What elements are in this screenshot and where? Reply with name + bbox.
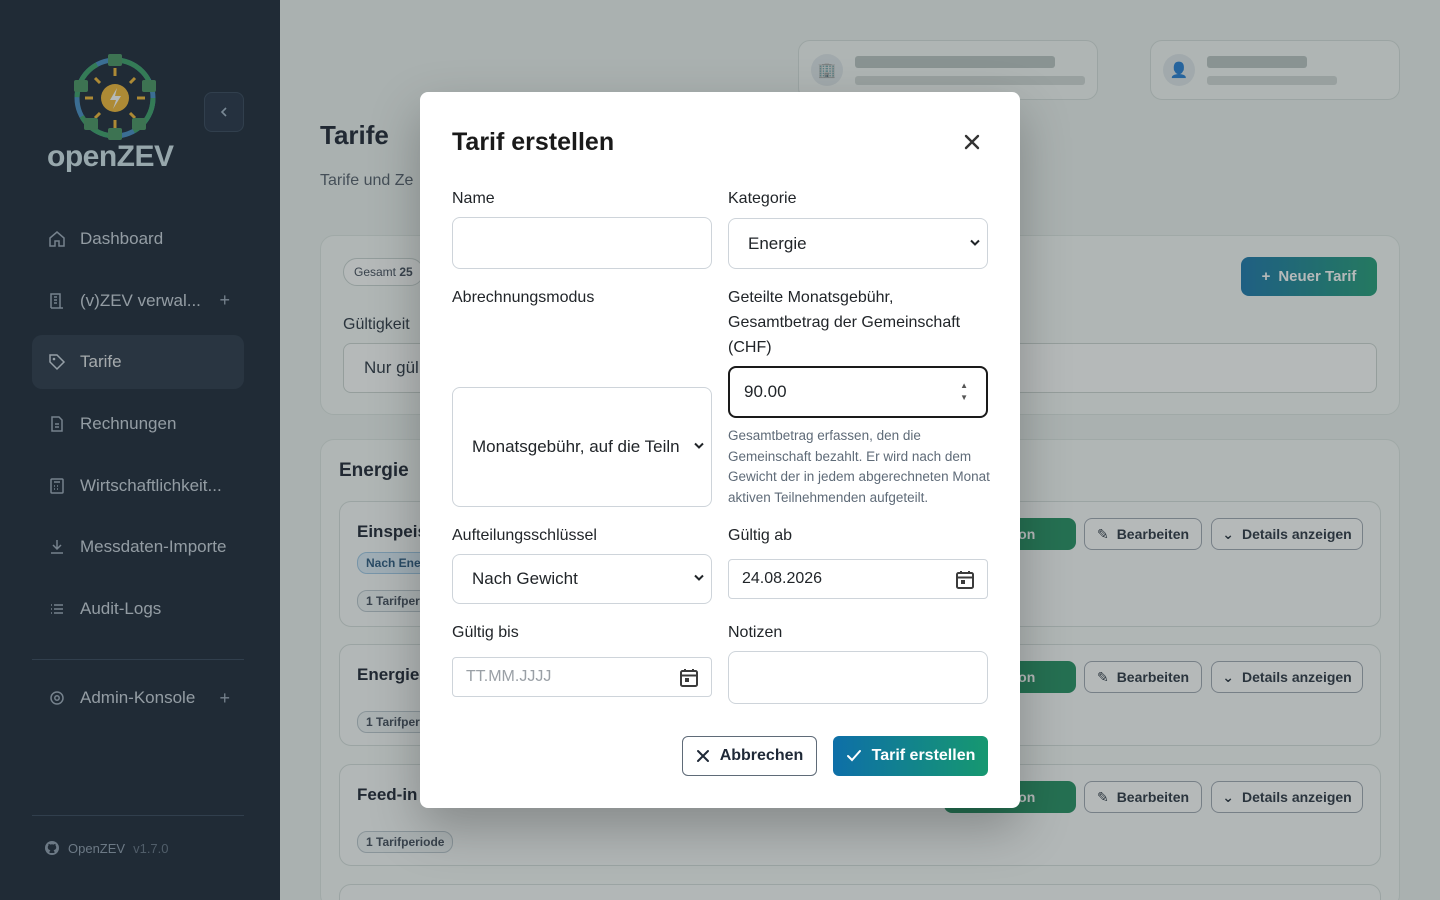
split-key-select[interactable]: Nach Gewicht	[452, 554, 712, 604]
category-label: Kategorie	[728, 190, 797, 207]
check-icon	[846, 750, 861, 762]
spin-down-icon[interactable]: ▼	[960, 392, 968, 404]
category-value: Energie	[748, 233, 807, 253]
chevron-down-icon	[969, 236, 981, 251]
billing-mode-value: Monatsgebühr, auf die Teiln	[472, 437, 680, 456]
valid-to-placeholder: TT.MM.JJJJ	[466, 668, 552, 685]
billing-mode-select[interactable]: Monatsgebühr, auf die Teiln	[452, 387, 712, 507]
calendar-icon[interactable]	[678, 667, 700, 689]
cancel-label: Abbrechen	[719, 747, 804, 764]
create-label: Tarif erstellen	[871, 747, 976, 764]
monthly-fee-label: Geteilte Monatsgebühr, Gesamtbetrag der …	[728, 289, 961, 356]
category-select[interactable]: Energie	[728, 218, 988, 269]
split-key-value: Nach Gewicht	[472, 569, 578, 588]
close-button[interactable]	[960, 130, 984, 154]
calendar-icon[interactable]	[954, 569, 976, 591]
close-icon	[696, 750, 709, 762]
chevron-down-icon	[693, 440, 705, 455]
name-label: Name	[452, 190, 495, 207]
close-icon	[964, 134, 980, 150]
name-input[interactable]	[452, 217, 712, 269]
notes-label: Notizen	[728, 624, 783, 641]
monthly-fee-value: 90.00	[744, 382, 787, 401]
valid-from-value: 24.08.2026	[742, 570, 823, 587]
modal-title: Tarif erstellen	[452, 128, 615, 156]
spin-up-icon[interactable]: ▲	[960, 380, 968, 392]
monthly-fee-input[interactable]: 90.00 ▲ ▼	[728, 366, 988, 418]
cancel-button[interactable]: Abbrechen	[682, 736, 817, 776]
split-key-label: Aufteilungsschlüssel	[452, 527, 597, 544]
valid-to-label: Gültig bis	[452, 624, 519, 641]
create-tarif-button[interactable]: Tarif erstellen	[833, 736, 988, 776]
notes-textarea[interactable]	[728, 651, 988, 704]
monthly-fee-help: Gesamtbetrag erfassen, den die Gemeinsch…	[728, 428, 990, 505]
valid-from-label: Gültig ab	[728, 527, 793, 544]
create-tarif-modal: Tarif erstellen Name Kategorie Energie A…	[420, 92, 1020, 808]
number-spinner[interactable]: ▲ ▼	[960, 380, 968, 404]
billing-mode-label: Abrechnungsmodus	[452, 289, 595, 306]
valid-to-input[interactable]: TT.MM.JJJJ	[452, 657, 712, 697]
valid-from-input[interactable]: 24.08.2026	[728, 559, 988, 599]
chevron-down-icon	[693, 572, 705, 587]
